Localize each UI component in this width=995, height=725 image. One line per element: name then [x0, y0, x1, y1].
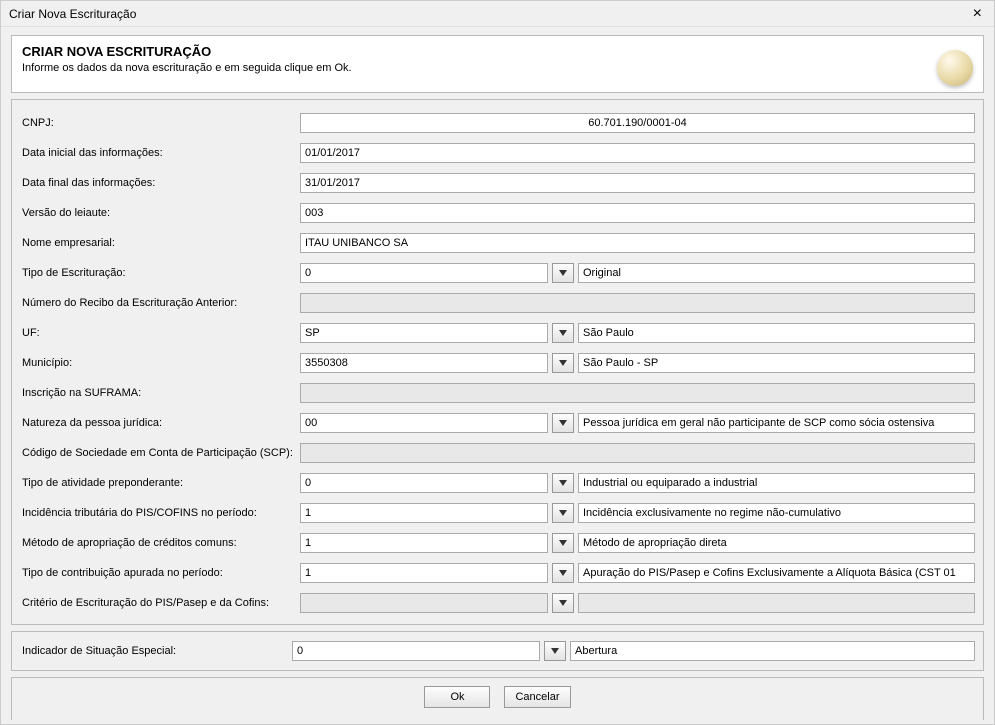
- tipo-escrituracao-code[interactable]: [300, 263, 548, 283]
- natureza-code[interactable]: [300, 413, 548, 433]
- label-cnpj: CNPJ:: [20, 117, 300, 129]
- atividade-code[interactable]: [300, 473, 548, 493]
- header-subtitle: Informe os dados da nova escrituração e …: [22, 62, 352, 74]
- situacao-dropdown[interactable]: [544, 641, 566, 661]
- incidencia-code[interactable]: [300, 503, 548, 523]
- label-versao: Versão do leiaute:: [20, 207, 300, 219]
- natureza-dropdown[interactable]: [552, 413, 574, 433]
- criterio-dropdown[interactable]: [552, 593, 574, 613]
- data-final-field[interactable]: [300, 173, 975, 193]
- sped-logo-icon: [937, 50, 973, 86]
- label-municipio: Município:: [20, 357, 300, 369]
- tipo-escrituracao-dropdown[interactable]: [552, 263, 574, 283]
- situacao-code[interactable]: [292, 641, 540, 661]
- window: Criar Nova Escrituração × CRIAR NOVA ESC…: [0, 0, 995, 725]
- label-metodo: Método de apropriação de créditos comuns…: [20, 537, 300, 549]
- ok-button[interactable]: Ok: [424, 686, 490, 708]
- atividade-desc: Industrial ou equiparado a industrial: [578, 473, 975, 493]
- label-scp: Código de Sociedade em Conta de Particip…: [20, 447, 300, 459]
- window-title: Criar Nova Escrituração: [9, 7, 136, 21]
- form-panel: CNPJ: 60.701.190/0001-04 Data inicial da…: [11, 99, 984, 625]
- municipio-desc: São Paulo - SP: [578, 353, 975, 373]
- chevron-down-icon: [551, 648, 559, 654]
- tipo-escrituracao-desc: Original: [578, 263, 975, 283]
- cnpj-field[interactable]: 60.701.190/0001-04: [300, 113, 975, 133]
- label-incidencia: Incidência tributária do PIS/COFINS no p…: [20, 507, 300, 519]
- incidencia-desc: Incidência exclusivamente no regime não-…: [578, 503, 975, 523]
- criterio-desc: [578, 593, 975, 613]
- scp-field: [300, 443, 975, 463]
- tipo-contrib-desc: Apuração do PIS/Pasep e Cofins Exclusiva…: [578, 563, 975, 583]
- situacao-panel: Indicador de Situação Especial: Abertura: [11, 631, 984, 671]
- chevron-down-icon: [559, 360, 567, 366]
- metodo-code[interactable]: [300, 533, 548, 553]
- label-atividade: Tipo de atividade preponderante:: [20, 477, 300, 489]
- natureza-desc: Pessoa jurídica em geral não participant…: [578, 413, 975, 433]
- chevron-down-icon: [559, 570, 567, 576]
- uf-code[interactable]: [300, 323, 548, 343]
- header-panel: CRIAR NOVA ESCRITURAÇÃO Informe os dados…: [11, 35, 984, 93]
- nome-empresarial-field[interactable]: [300, 233, 975, 253]
- titlebar: Criar Nova Escrituração ×: [1, 1, 994, 27]
- label-uf: UF:: [20, 327, 300, 339]
- label-natureza: Natureza da pessoa jurídica:: [20, 417, 300, 429]
- chevron-down-icon: [559, 540, 567, 546]
- button-bar: Ok Cancelar: [11, 677, 984, 720]
- versao-field[interactable]: [300, 203, 975, 223]
- uf-desc: São Paulo: [578, 323, 975, 343]
- label-situacao: Indicador de Situação Especial:: [20, 645, 292, 657]
- chevron-down-icon: [559, 420, 567, 426]
- chevron-down-icon: [559, 480, 567, 486]
- uf-dropdown[interactable]: [552, 323, 574, 343]
- label-nome: Nome empresarial:: [20, 237, 300, 249]
- data-inicial-field[interactable]: [300, 143, 975, 163]
- municipio-code[interactable]: [300, 353, 548, 373]
- metodo-dropdown[interactable]: [552, 533, 574, 553]
- cancel-button[interactable]: Cancelar: [504, 686, 570, 708]
- tipo-contrib-code[interactable]: [300, 563, 548, 583]
- close-icon[interactable]: ×: [969, 6, 986, 22]
- tipo-contrib-dropdown[interactable]: [552, 563, 574, 583]
- label-suframa: Inscrição na SUFRAMA:: [20, 387, 300, 399]
- criterio-code: [300, 593, 548, 613]
- chevron-down-icon: [559, 510, 567, 516]
- label-data-final: Data final das informações:: [20, 177, 300, 189]
- numero-recibo-field: [300, 293, 975, 313]
- chevron-down-icon: [559, 600, 567, 606]
- label-criterio: Critério de Escrituração do PIS/Pasep e …: [20, 597, 300, 609]
- atividade-dropdown[interactable]: [552, 473, 574, 493]
- municipio-dropdown[interactable]: [552, 353, 574, 373]
- label-data-inicial: Data inicial das informações:: [20, 147, 300, 159]
- label-numero-recibo: Número do Recibo da Escrituração Anterio…: [20, 297, 300, 309]
- situacao-desc: Abertura: [570, 641, 975, 661]
- header-title: CRIAR NOVA ESCRITURAÇÃO: [22, 44, 973, 59]
- metodo-desc: Método de apropriação direta: [578, 533, 975, 553]
- suframa-field: [300, 383, 975, 403]
- chevron-down-icon: [559, 330, 567, 336]
- label-tipo-contrib: Tipo de contribuição apurada no período:: [20, 567, 300, 579]
- chevron-down-icon: [559, 270, 567, 276]
- label-tipo-escrituracao: Tipo de Escrituração:: [20, 267, 300, 279]
- incidencia-dropdown[interactable]: [552, 503, 574, 523]
